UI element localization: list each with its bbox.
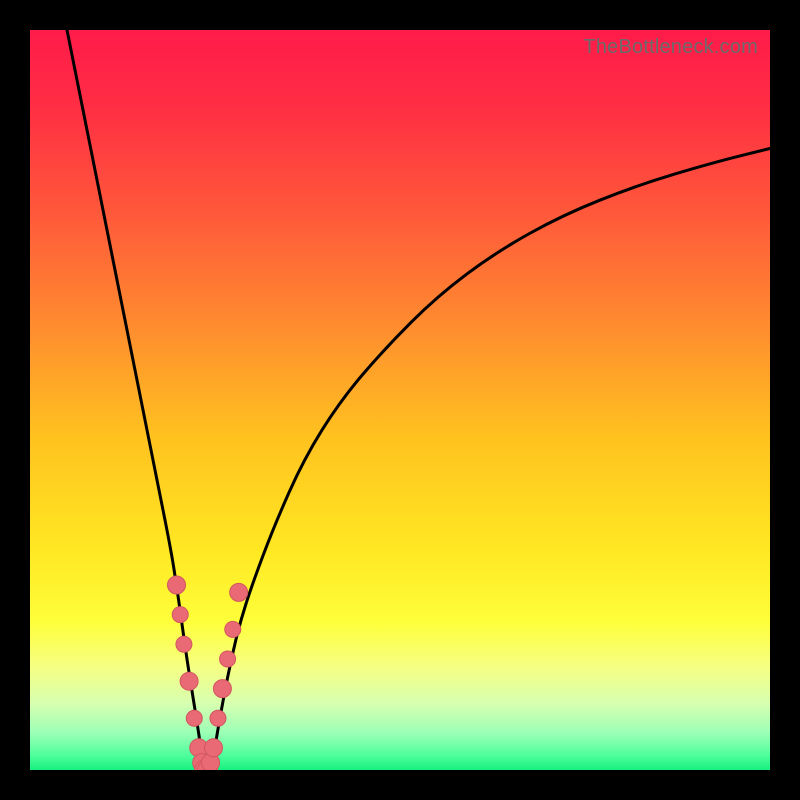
highlight-marker [213,680,231,698]
highlight-marker [180,672,198,690]
highlight-marker [225,621,241,637]
outer-black-frame: TheBottleneck.com [0,0,800,800]
highlight-marker [210,710,226,726]
curve-layer [30,30,770,770]
watermark-text: TheBottleneck.com [583,36,758,59]
highlight-marker [230,583,248,601]
highlight-marker [172,607,188,623]
highlight-marker [168,576,186,594]
curve-right-branch [211,148,770,770]
plot-area: TheBottleneck.com [30,30,770,770]
highlight-marker [205,739,223,757]
curve-left-branch [67,30,204,770]
highlight-marker [220,651,236,667]
highlight-marker [176,636,192,652]
highlight-marker [186,710,202,726]
